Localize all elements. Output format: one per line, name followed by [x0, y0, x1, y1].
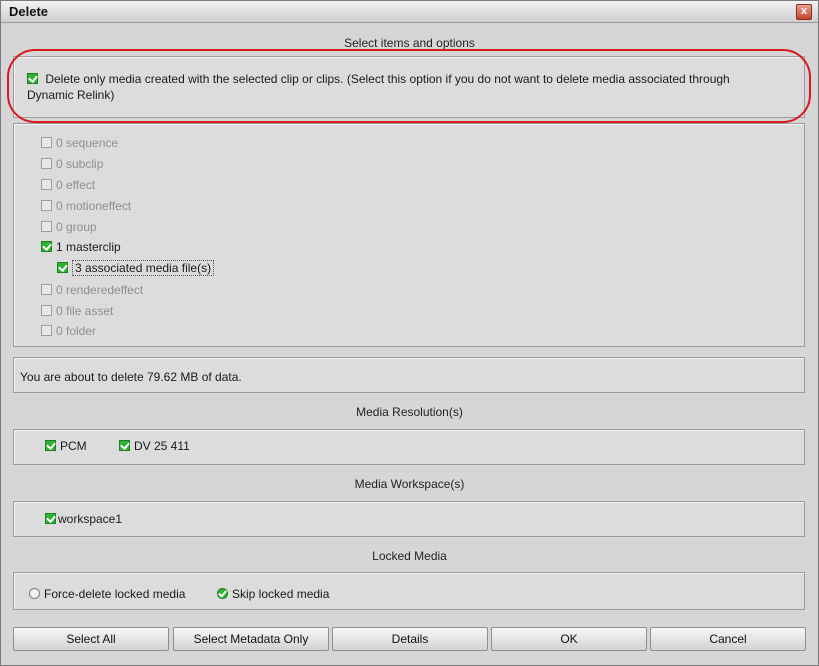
workspace-panel — [13, 501, 805, 537]
delete-only-media-label-2: Dynamic Relink) — [27, 88, 115, 102]
item-effect[interactable]: 0 effect — [41, 177, 95, 193]
item-group-checkbox[interactable] — [41, 221, 52, 232]
title-bar[interactable]: Delete x — [1, 1, 818, 23]
section-select-items: Select items and options — [344, 36, 475, 50]
delete-only-media-option[interactable]: Delete only media created with the selec… — [27, 71, 797, 103]
resolution-pcm-checkbox[interactable] — [45, 440, 56, 451]
item-sequence-label: 0 sequence — [56, 136, 119, 150]
section-locked-media: Locked Media — [372, 549, 447, 563]
item-masterclip[interactable]: 1 masterclip — [41, 239, 121, 255]
delete-only-media-checkbox[interactable] — [27, 73, 38, 84]
cancel-button[interactable]: Cancel — [650, 627, 806, 651]
resolution-pcm[interactable]: PCM — [45, 438, 87, 454]
select-all-button[interactable]: Select All — [13, 627, 169, 651]
resolution-dv25-checkbox[interactable] — [119, 440, 130, 451]
item-renderedeffect[interactable]: 0 renderedeffect — [41, 282, 143, 298]
section-media-resolution: Media Resolution(s) — [356, 405, 463, 419]
select-metadata-only-button[interactable]: Select Metadata Only — [173, 627, 329, 651]
item-group[interactable]: 0 group — [41, 219, 97, 235]
item-motioneffect-label: 0 motioneffect — [56, 199, 132, 213]
item-folder[interactable]: 0 folder — [41, 323, 96, 339]
force-delete-option[interactable]: Force-delete locked media — [29, 586, 185, 602]
items-panel — [13, 123, 805, 347]
item-motioneffect-checkbox[interactable] — [41, 200, 52, 211]
item-subclip-label: 0 subclip — [56, 157, 104, 171]
skip-locked-radio[interactable] — [217, 588, 228, 599]
item-renderedeffect-checkbox[interactable] — [41, 284, 52, 295]
item-file-asset-checkbox[interactable] — [41, 305, 52, 316]
item-file-asset-label: 0 file asset — [56, 304, 114, 318]
close-icon[interactable]: x — [796, 4, 812, 20]
item-motioneffect[interactable]: 0 motioneffect — [41, 198, 131, 214]
item-sequence-checkbox[interactable] — [41, 137, 52, 148]
skip-locked-label: Skip locked media — [232, 587, 330, 601]
item-associated-media-checkbox[interactable] — [57, 262, 68, 273]
item-folder-checkbox[interactable] — [41, 325, 52, 336]
ok-button[interactable]: OK — [491, 627, 647, 651]
delete-only-media-label-1: Delete only media created with the selec… — [45, 72, 730, 86]
workspace-1-label: workspace1 — [58, 512, 123, 526]
window-title: Delete — [9, 4, 49, 19]
workspace-1-checkbox[interactable] — [45, 513, 56, 524]
resolution-dv25-label: DV 25 411 — [134, 439, 190, 453]
details-button[interactable]: Details — [332, 627, 488, 651]
summary-text: You are about to delete 79.62 MB of data… — [20, 370, 242, 384]
item-folder-label: 0 folder — [56, 324, 97, 338]
item-subclip[interactable]: 0 subclip — [41, 156, 103, 172]
force-delete-radio[interactable] — [29, 588, 40, 599]
item-effect-checkbox[interactable] — [41, 179, 52, 190]
resolution-dv25[interactable]: DV 25 411 — [119, 438, 190, 454]
section-media-workspace: Media Workspace(s) — [354, 477, 465, 491]
item-associated-media-label: 3 associated media file(s) — [72, 260, 215, 276]
resolution-pcm-label: PCM — [60, 439, 87, 453]
item-file-asset[interactable]: 0 file asset — [41, 303, 113, 319]
delete-dialog: Delete x Select items and options Delete… — [0, 0, 819, 666]
force-delete-label: Force-delete locked media — [44, 587, 186, 601]
item-effect-label: 0 effect — [56, 178, 96, 192]
workspace-1[interactable]: workspace1 — [45, 511, 122, 527]
item-subclip-checkbox[interactable] — [41, 158, 52, 169]
item-masterclip-checkbox[interactable] — [41, 241, 52, 252]
item-associated-media[interactable]: 3 associated media file(s) — [57, 260, 215, 276]
item-sequence[interactable]: 0 sequence — [41, 135, 118, 151]
item-group-label: 0 group — [56, 220, 97, 234]
item-renderedeffect-label: 0 renderedeffect — [56, 283, 144, 297]
skip-locked-option[interactable]: Skip locked media — [217, 586, 329, 602]
item-masterclip-label: 1 masterclip — [56, 240, 121, 254]
